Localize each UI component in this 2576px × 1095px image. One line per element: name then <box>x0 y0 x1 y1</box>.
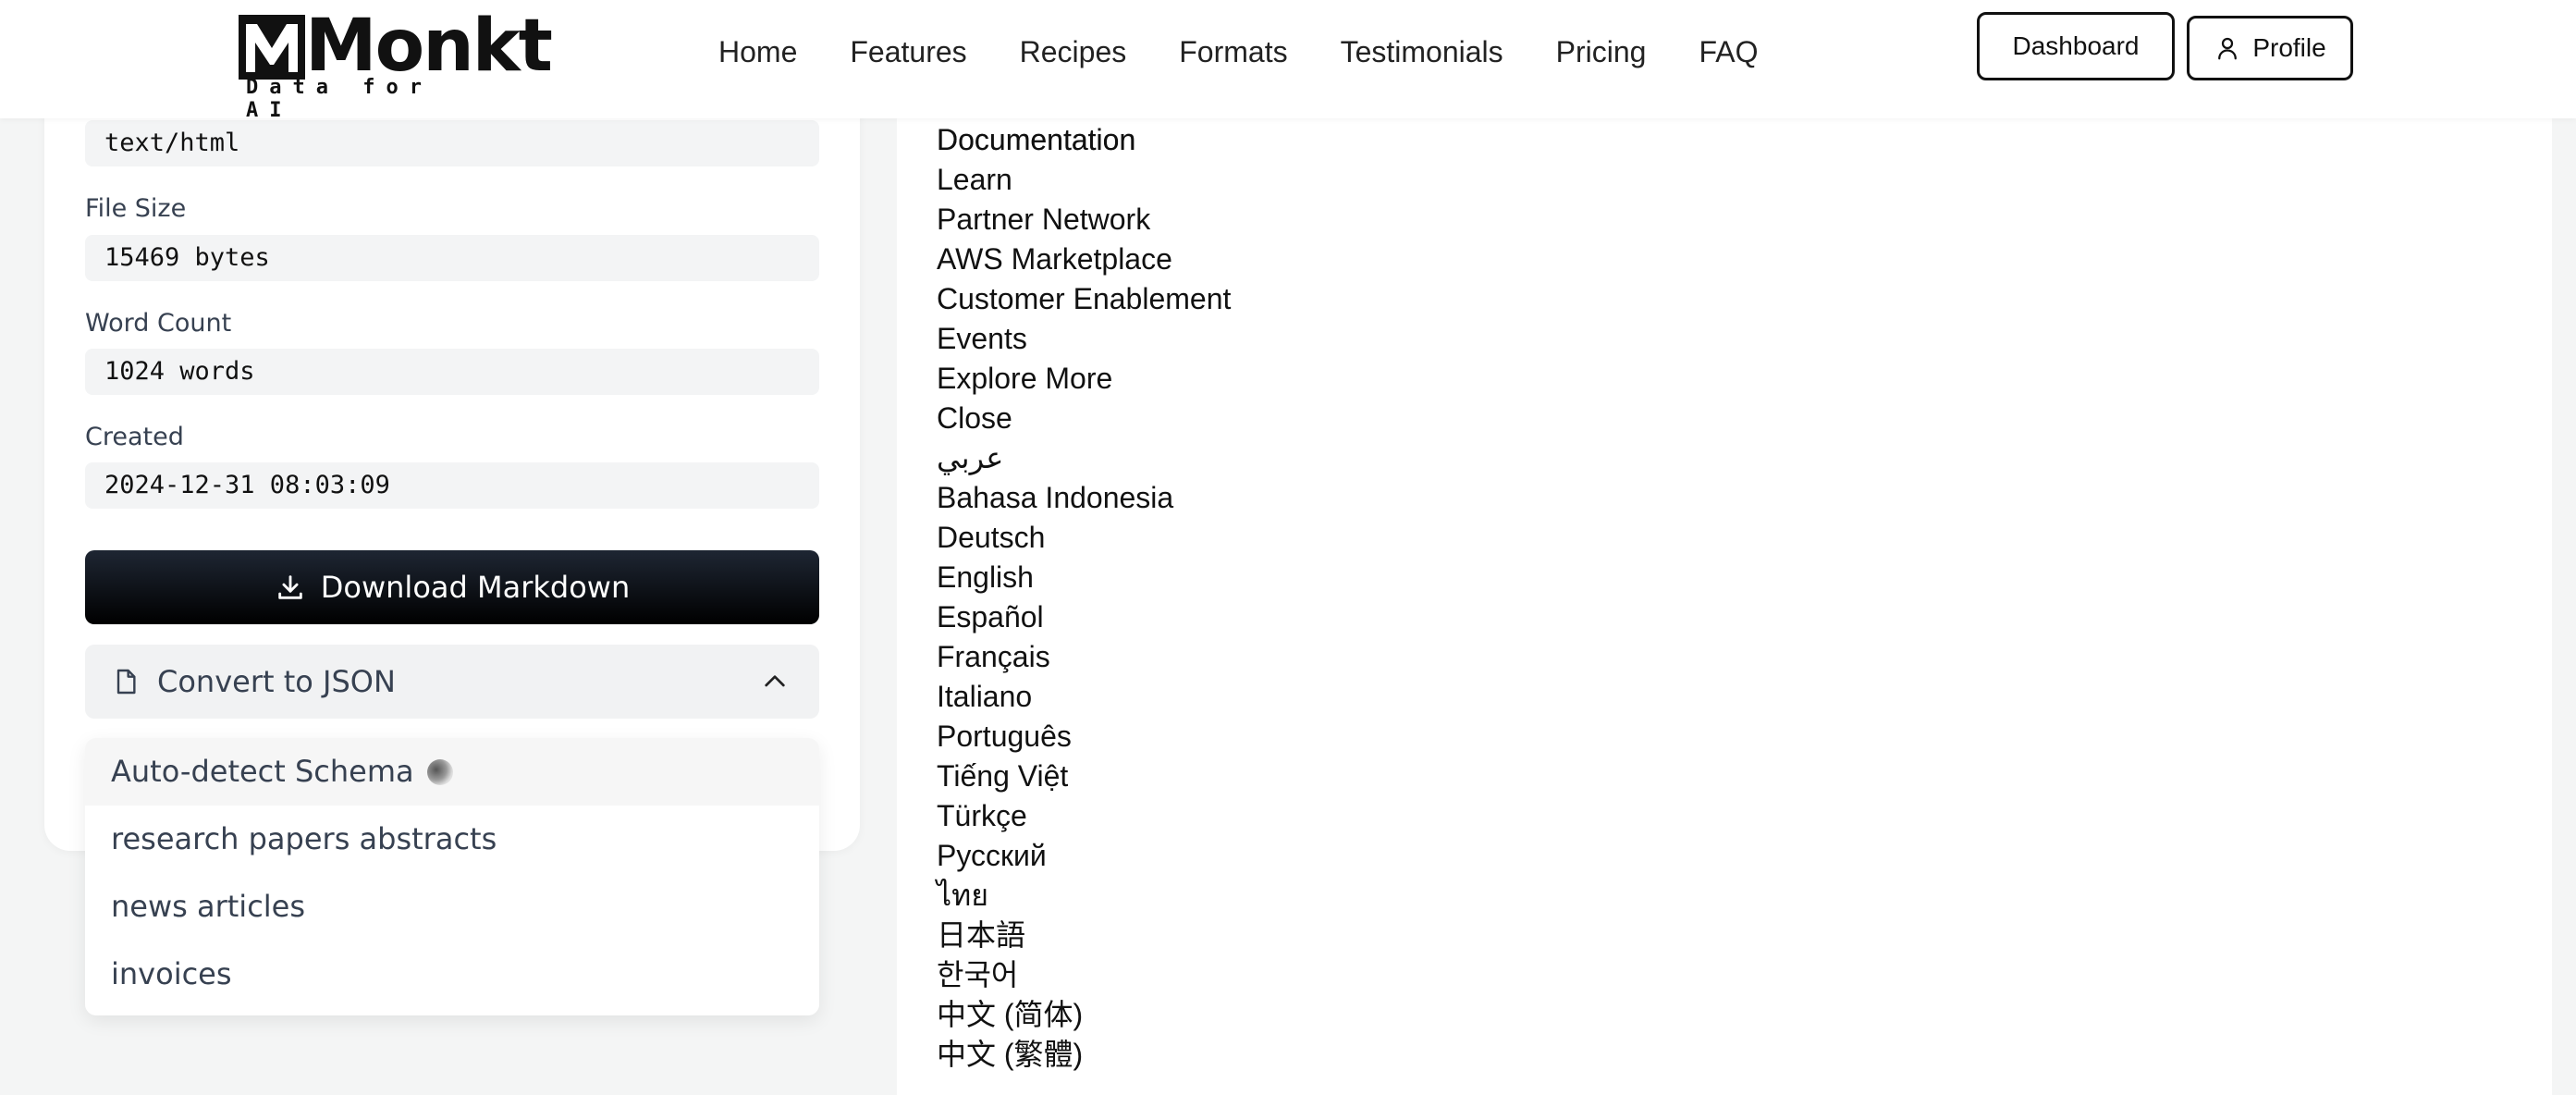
language-japanese[interactable]: 日本語 <box>937 916 1231 955</box>
language-spanish[interactable]: Español <box>937 597 1231 637</box>
language-portuguese[interactable]: Português <box>937 717 1231 757</box>
menu-item-partner-network[interactable]: Partner Network <box>937 200 1231 240</box>
logo-mark-icon <box>239 15 305 80</box>
download-icon <box>278 575 302 599</box>
dashboard-button[interactable]: Dashboard <box>1977 12 2175 80</box>
language-thai[interactable]: ไทย <box>937 876 1231 916</box>
main-nav: Home Features Recipes Formats Testimonia… <box>718 35 1810 69</box>
language-turkish[interactable]: Türkçe <box>937 796 1231 836</box>
logo-text: Monkt <box>305 5 553 88</box>
menu-item-customer-enablement[interactable]: Customer Enablement <box>937 279 1231 319</box>
profile-label: Profile <box>2252 33 2326 62</box>
schema-option-label: Auto-detect Schema <box>111 754 414 789</box>
created-value: 2024-12-31 08:03:09 <box>85 462 819 509</box>
download-label: Download Markdown <box>320 570 631 605</box>
logo-tagline: Data for AI <box>246 76 433 122</box>
schema-option-auto-detect[interactable]: Auto-detect Schema <box>85 738 819 806</box>
nav-formats[interactable]: Formats <box>1179 35 1287 69</box>
site-header: Monkt Data for AI Home Features Recipes … <box>0 0 2576 122</box>
file-size-label: File Size <box>85 194 187 223</box>
dashboard-label: Dashboard <box>2012 31 2140 60</box>
convert-to-json-toggle[interactable]: Convert to JSON <box>85 645 819 719</box>
chevron-up-icon <box>765 675 785 687</box>
convert-label: Convert to JSON <box>157 664 396 699</box>
language-arabic[interactable]: عربي <box>937 438 1231 478</box>
menu-item-learn[interactable]: Learn <box>937 160 1231 200</box>
menu-item-explore-more[interactable]: Explore More <box>937 359 1231 399</box>
menu-item-documentation[interactable]: Documentation <box>937 120 1231 160</box>
schema-dropdown: Auto-detect Schema research papers abstr… <box>85 738 819 1015</box>
nav-home[interactable]: Home <box>718 35 797 69</box>
nav-pricing[interactable]: Pricing <box>1556 35 1647 69</box>
mime-type-value: text/html <box>85 120 819 166</box>
language-russian[interactable]: Русский <box>937 836 1231 876</box>
language-german[interactable]: Deutsch <box>937 518 1231 558</box>
language-english[interactable]: English <box>937 558 1231 597</box>
file-size-value: 15469 bytes <box>85 235 819 281</box>
word-count-value: 1024 words <box>85 349 819 395</box>
nav-testimonials[interactable]: Testimonials <box>1341 35 1503 69</box>
schema-option-news-articles[interactable]: news articles <box>85 873 819 941</box>
nav-faq[interactable]: FAQ <box>1699 35 1758 69</box>
menu-item-aws-marketplace[interactable]: AWS Marketplace <box>937 240 1231 279</box>
schema-option-research-papers[interactable]: research papers abstracts <box>85 806 819 873</box>
menu-item-events[interactable]: Events <box>937 319 1231 359</box>
language-vietnamese[interactable]: Tiếng Việt <box>937 757 1231 796</box>
language-indonesian[interactable]: Bahasa Indonesia <box>937 478 1231 518</box>
menu-item-close[interactable]: Close <box>937 399 1231 438</box>
word-count-label: Word Count <box>85 309 232 338</box>
nav-features[interactable]: Features <box>850 35 966 69</box>
created-label: Created <box>85 423 184 451</box>
menu-list-body: Documentation Learn Partner Network AWS … <box>937 120 1231 1075</box>
download-markdown-button[interactable]: Download Markdown <box>85 550 819 624</box>
schema-option-invoices[interactable]: invoices <box>85 941 819 1008</box>
loading-spinner-icon <box>426 758 453 785</box>
language-italian[interactable]: Italiano <box>937 677 1231 717</box>
language-korean[interactable]: 한국어 <box>937 955 1231 995</box>
monkt-logo[interactable]: Monkt Data for AI <box>239 9 553 122</box>
language-french[interactable]: Français <box>937 637 1231 677</box>
profile-button[interactable]: Profile <box>2187 16 2353 80</box>
file-icon <box>117 669 136 695</box>
language-chinese-simplified[interactable]: 中文 (简体) <box>937 995 1231 1035</box>
user-icon <box>2218 37 2238 60</box>
nav-recipes[interactable]: Recipes <box>1020 35 1127 69</box>
language-chinese-traditional[interactable]: 中文 (繁體) <box>937 1035 1231 1075</box>
